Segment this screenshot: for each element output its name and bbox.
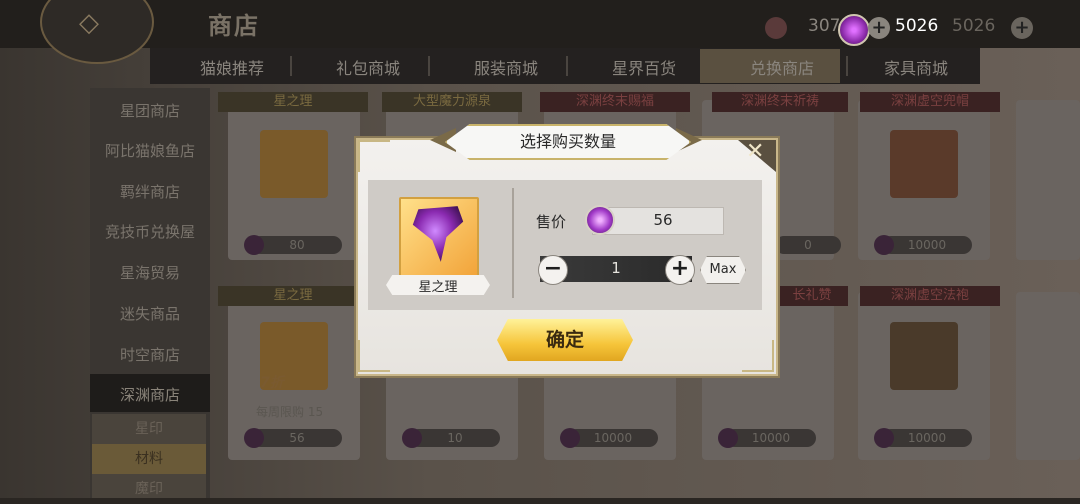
card-title: 深渊终末赐福 [540, 92, 690, 112]
card-title: 深渊虚空法袍 [860, 286, 1000, 306]
tab-divider [290, 56, 292, 76]
gem-icon [718, 428, 738, 448]
card-item-image [890, 130, 958, 198]
sidebar-subitem-star-seal[interactable]: 星印 [92, 414, 206, 444]
gem-icon [244, 235, 264, 255]
confirm-button[interactable]: 确定 [497, 319, 633, 361]
page-title: 商店 [208, 12, 260, 40]
weekly-limit: 每周限购 15 [256, 405, 324, 419]
gem-icon [585, 205, 615, 235]
tab-divider [566, 56, 568, 76]
gem-icon [874, 235, 894, 255]
tab-gift-packs[interactable]: 礼包商城 [336, 55, 400, 79]
decrease-quantity-button[interactable]: − [538, 255, 568, 285]
panel-divider [512, 188, 514, 298]
card-title: 深渊虚空兜帽 [860, 92, 1000, 112]
dialog-corner-ornament [358, 340, 390, 372]
sidebar-item-lost[interactable]: 迷失商品 [90, 303, 210, 324]
gem-icon [838, 14, 870, 46]
gem-icon [560, 428, 580, 448]
tab-divider [428, 56, 430, 76]
card-item-image [890, 322, 958, 390]
sidebar-item-star-group[interactable]: 星团商店 [90, 100, 210, 121]
dialog-corner-ornament [742, 340, 774, 372]
card-title: 长礼赞 [776, 286, 848, 306]
card-price: 80 [252, 236, 342, 254]
card-price: 10000 [726, 429, 816, 447]
sidebar-item-bond[interactable]: 羁绊商店 [90, 181, 210, 202]
card-title: 星之理 [218, 286, 368, 306]
sidebar-item-fish-shop[interactable]: 阿比猫娘鱼店 [90, 140, 210, 161]
card-title: 大型魔力源泉 [382, 92, 522, 112]
tab-divider [846, 56, 848, 76]
tab-furniture[interactable]: 家具商城 [884, 55, 948, 79]
tab-exchange[interactable]: 兑换商店 [750, 55, 814, 79]
shop-card-partial[interactable] [1016, 100, 1080, 260]
dialog-corner-ornament [358, 140, 390, 172]
sidebar-item-star-trade[interactable]: 星海贸易 [90, 262, 210, 283]
tab-costume[interactable]: 服装商城 [474, 55, 538, 79]
coin-icon [765, 17, 787, 39]
card-item-image [260, 130, 328, 198]
card-price: 0 [775, 236, 841, 254]
back-arrow-icon[interactable]: ◇ [72, 8, 106, 38]
card-price: 10 [410, 429, 500, 447]
gem-icon [402, 428, 422, 448]
price-value: 56 [653, 211, 673, 229]
gem-icon [244, 428, 264, 448]
card-price: 10000 [882, 429, 972, 447]
tab-recommend[interactable]: 猫娘推荐 [200, 55, 264, 79]
gem-value: 5026 [895, 16, 939, 36]
price-label: 售价 [536, 213, 567, 231]
sidebar-subitem-magic-seal[interactable]: 魔印 [92, 474, 206, 498]
currency3-value: 5026 [952, 16, 996, 36]
tab-department[interactable]: 星界百货 [612, 55, 676, 79]
close-icon[interactable]: ✕ [746, 139, 764, 164]
currency1-value: 307 [808, 16, 841, 36]
card-price: 10000 [568, 429, 658, 447]
tab-bar [150, 48, 980, 84]
card-price: 56 [252, 429, 342, 447]
card-title: 深渊终末祈祷 [712, 92, 848, 112]
card-title: 星之理 [218, 92, 368, 112]
max-quantity-button[interactable]: Max [700, 256, 746, 284]
sidebar-item-spacetime[interactable]: 时空商店 [90, 344, 210, 365]
sidebar-subitem-material[interactable]: 材料 [92, 444, 206, 474]
sidebar-item-abyss[interactable]: 深渊商店 [90, 384, 210, 405]
discount-badge: 7折 [260, 375, 284, 391]
dialog-title: 选择购买数量 [519, 132, 616, 151]
shop-card-partial[interactable] [1016, 292, 1080, 460]
add-gem-button[interactable]: + [868, 17, 890, 39]
item-name: 星之理 [418, 280, 458, 295]
quantity-value[interactable]: 1 [568, 259, 664, 277]
sidebar-item-arena[interactable]: 竞技币兑换屋 [90, 221, 210, 242]
increase-quantity-button[interactable]: + [665, 255, 695, 285]
card-price: 10000 [882, 236, 972, 254]
gem-icon [874, 428, 894, 448]
add-currency-button[interactable]: + [1011, 17, 1033, 39]
